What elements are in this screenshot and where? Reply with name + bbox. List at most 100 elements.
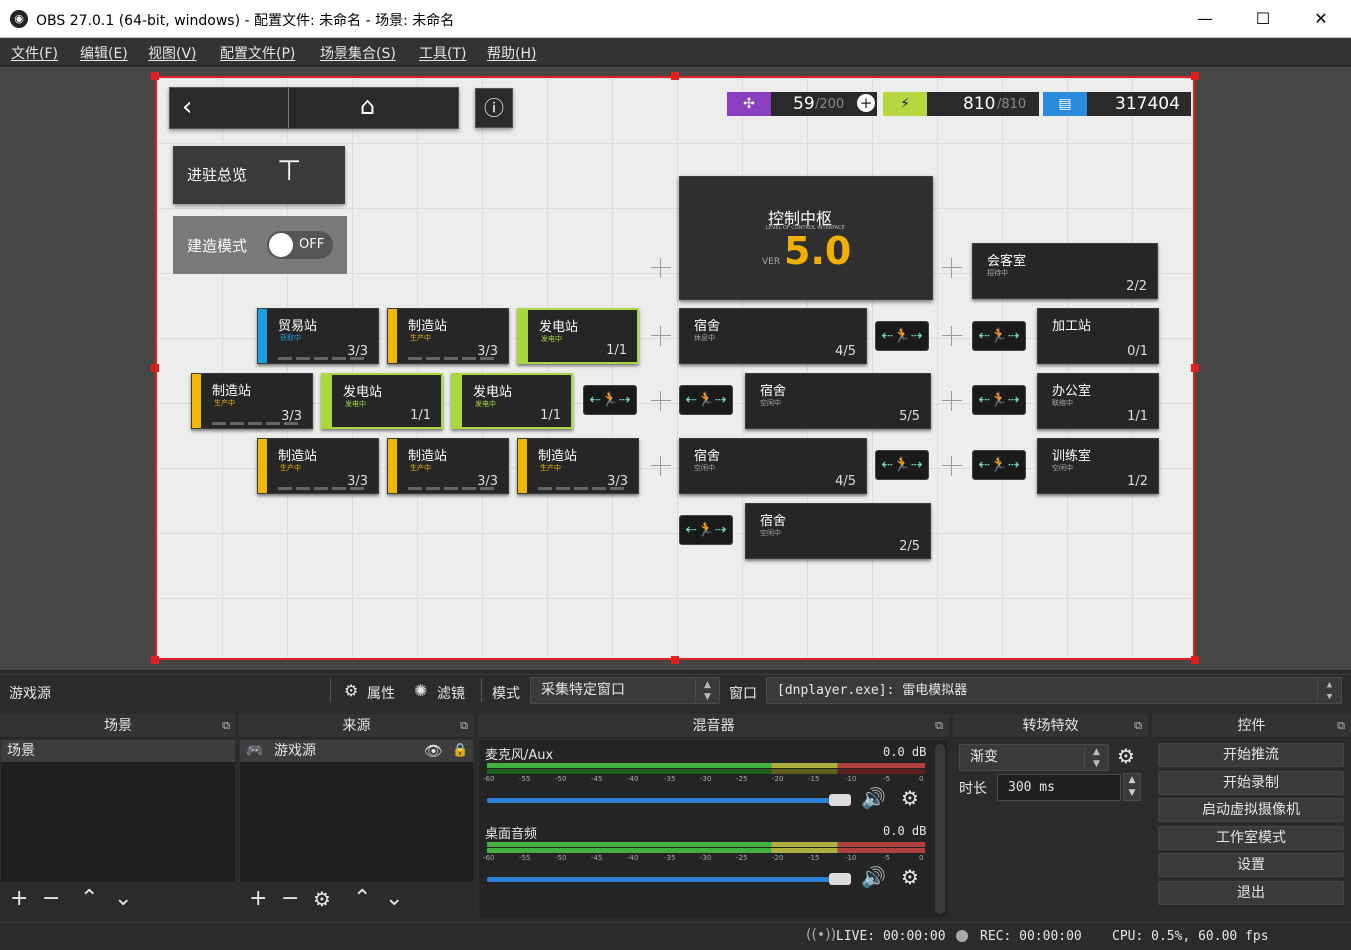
dormitory-room[interactable]: 宿舍 空闲中 4/5 (679, 438, 867, 494)
transition-select[interactable]: 渐变 ▲ ▼ (959, 744, 1109, 771)
info-icon[interactable]: ⓘ (475, 88, 513, 128)
menu-help[interactable]: 帮助(H) (487, 43, 536, 63)
gear-icon[interactable]: ⚙ (901, 865, 919, 889)
reception-room[interactable]: 会客室 招待中 2/2 (972, 243, 1158, 299)
exit-icon[interactable]: ⇠🏃⇢ (875, 321, 929, 351)
mixer-scrollbar[interactable] (935, 744, 945, 914)
obs-logo-icon: ◉ (10, 10, 28, 28)
volume-slider-handle[interactable] (829, 794, 851, 806)
lock-icon[interactable]: 🔒 (452, 740, 468, 762)
game-capture-preview[interactable]: ‹ ⌂ ⓘ ✣ 59 /200 + ⚡ 810 /810 ▤ 317404 进驻… (155, 76, 1195, 660)
resize-handle[interactable] (151, 364, 159, 372)
menu-tools[interactable]: 工具(T) (419, 43, 466, 63)
dormitory-room[interactable]: 宿舍 空闲中 5/5 (745, 373, 931, 429)
overview-button[interactable]: 进驻总览 ⊤ (173, 146, 345, 204)
speaker-icon[interactable]: 🔊 (861, 786, 886, 810)
volume-slider[interactable] (487, 798, 833, 803)
menu-edit[interactable]: 编辑(E) (80, 43, 128, 63)
remove-source-button[interactable]: − (281, 886, 299, 912)
duration-input[interactable]: 300 ms (997, 774, 1121, 801)
volume-slider[interactable] (487, 877, 833, 882)
currency-value: 317404 (1115, 94, 1180, 114)
duration-spinner[interactable]: ▲ ▼ (1123, 773, 1141, 801)
control-center-room[interactable]: 控制中枢 LEVEL OF CONTROL INTERFACE VER 5.0 (679, 176, 933, 300)
add-drone-icon[interactable]: + (857, 94, 875, 112)
float-icon[interactable]: ⧉ (460, 714, 468, 738)
resize-handle[interactable] (1191, 656, 1199, 664)
build-mode-toggle[interactable]: OFF (267, 231, 333, 259)
add-source-button[interactable]: + (249, 886, 267, 912)
factory-room[interactable]: 制造站 生产中 3/3 (257, 438, 379, 494)
mode-select[interactable]: 采集特定窗口 ▲ ▼ (530, 677, 720, 704)
studio-mode-button[interactable]: 工作室模式 (1158, 826, 1344, 850)
build-mode-label: 建造模式 (187, 237, 248, 255)
back-arrow-icon[interactable]: ‹ (182, 92, 192, 122)
start-streaming-button[interactable]: 开始推流 (1158, 743, 1344, 767)
exit-icon[interactable]: ⇠🏃⇢ (875, 450, 929, 480)
float-icon[interactable]: ⧉ (222, 714, 230, 738)
properties-button[interactable]: 属性 (367, 683, 395, 703)
move-down-button[interactable]: ⌄ (385, 886, 403, 912)
power-plant-room[interactable]: 发电站 发电中 1/1 (517, 308, 639, 364)
maximize-button[interactable]: ☐ (1234, 0, 1292, 38)
power-plant-room[interactable]: 发电站 发电中 1/1 (451, 373, 573, 429)
factory-room[interactable]: 制造站 生产中 3/3 (517, 438, 639, 494)
minimize-button[interactable]: — (1176, 0, 1234, 38)
menu-file[interactable]: 文件(F) (11, 43, 58, 63)
source-list-item[interactable]: 🎮 游戏源 👁 🔒 (240, 740, 473, 762)
exit-button[interactable]: 退出 (1158, 881, 1344, 905)
dormitory-room[interactable]: 宿舍 空闲中 2/5 (745, 503, 931, 559)
resize-handle[interactable] (1191, 72, 1199, 80)
settings-button[interactable]: 设置 (1158, 853, 1344, 877)
factory-room[interactable]: 制造站 生产中 3/3 (191, 373, 313, 429)
dormitory-room[interactable]: 宿舍 休息中 4/5 (679, 308, 867, 364)
start-recording-button[interactable]: 开始录制 (1158, 771, 1344, 795)
scene-list-item[interactable]: 场景 (1, 740, 235, 762)
training-room[interactable]: 训练室 空闲中 1/2 (1037, 438, 1159, 494)
start-virtual-camera-button[interactable]: 启动虚拟摄像机 (1158, 798, 1344, 822)
trade-station-room[interactable]: 贸易站 获取中 3/3 (257, 308, 379, 364)
filter-icon[interactable]: ✺ (414, 681, 427, 700)
resize-handle[interactable] (151, 656, 159, 664)
menu-view[interactable]: 视图(V) (148, 43, 197, 63)
power-plant-room[interactable]: 发电站 发电中 1/1 (321, 373, 443, 429)
workshop-room[interactable]: 加工站 0/1 (1037, 308, 1159, 364)
filters-button[interactable]: 滤镜 (437, 683, 465, 703)
gear-icon[interactable]: ⚙ (1117, 744, 1135, 768)
exit-icon[interactable]: ⇠🏃⇢ (583, 385, 637, 415)
home-icon[interactable]: ⌂ (360, 92, 375, 120)
move-up-button[interactable]: ⌃ (80, 886, 98, 912)
resize-handle[interactable] (151, 72, 159, 80)
gear-icon[interactable]: ⚙ (901, 786, 919, 810)
eye-icon[interactable]: 👁 (424, 740, 443, 762)
scene-list[interactable]: 场景 (0, 739, 236, 883)
source-list[interactable]: 🎮 游戏源 👁 🔒 (239, 739, 474, 883)
resize-handle[interactable] (671, 72, 679, 80)
float-icon[interactable]: ⧉ (935, 714, 943, 738)
close-button[interactable]: ✕ (1292, 0, 1350, 38)
gear-icon[interactable]: ⚙ (344, 681, 358, 700)
add-scene-button[interactable]: + (10, 886, 28, 912)
office-room[interactable]: 办公室 联络中 1/1 (1037, 373, 1159, 429)
volume-slider-handle[interactable] (829, 873, 851, 885)
move-up-button[interactable]: ⌃ (353, 886, 371, 912)
remove-scene-button[interactable]: − (42, 886, 60, 912)
factory-room[interactable]: 制造站 生产中 3/3 (387, 308, 509, 364)
exit-icon[interactable]: ⇠🏃⇢ (679, 515, 733, 545)
gear-icon[interactable]: ⚙ (313, 886, 331, 912)
exit-icon[interactable]: ⇠🏃⇢ (972, 450, 1026, 480)
room-name: 宿舍 (694, 319, 721, 334)
menu-profile[interactable]: 配置文件(P) (220, 43, 295, 63)
resize-handle[interactable] (1191, 364, 1199, 372)
move-down-button[interactable]: ⌄ (114, 886, 132, 912)
menu-scene-collection[interactable]: 场景集合(S) (320, 43, 396, 63)
resize-handle[interactable] (671, 656, 679, 664)
float-icon[interactable]: ⧉ (1337, 714, 1345, 738)
factory-room[interactable]: 制造站 生产中 3/3 (387, 438, 509, 494)
speaker-icon[interactable]: 🔊 (861, 865, 886, 889)
window-select[interactable]: [dnplayer.exe]: 雷电模拟器 ▲ ▼ (766, 677, 1342, 704)
exit-icon[interactable]: ⇠🏃⇢ (972, 385, 1026, 415)
exit-icon[interactable]: ⇠🏃⇢ (679, 385, 733, 415)
float-icon[interactable]: ⧉ (1134, 714, 1142, 738)
exit-icon[interactable]: ⇠🏃⇢ (972, 321, 1026, 351)
